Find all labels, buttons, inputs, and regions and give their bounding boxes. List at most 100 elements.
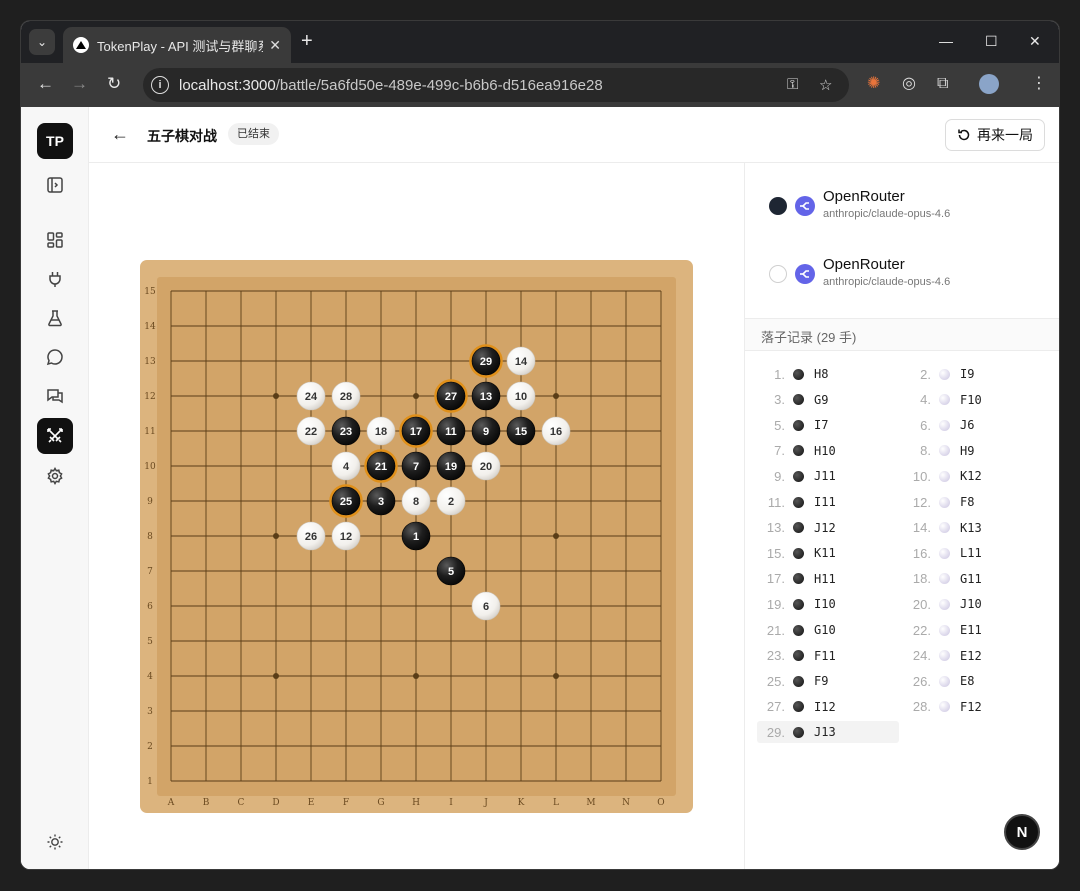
chatgpt-extension-icon[interactable]: ◎ xyxy=(902,75,916,93)
black-stone-dot xyxy=(793,547,804,559)
board-canvas[interactable]: A B C D E F G H I J K L M N O1514131211109876543211234… xyxy=(140,260,693,813)
move-entry[interactable]: 20. J10 xyxy=(903,593,1045,615)
stone-number: 22 xyxy=(305,426,317,438)
move-coordinate: I12 xyxy=(814,699,836,714)
move-entry[interactable]: 6. J6 xyxy=(903,414,1045,436)
move-entry[interactable]: 17. H11 xyxy=(757,568,899,590)
black-stone-dot xyxy=(793,675,804,687)
maximize-icon[interactable]: ☐ xyxy=(985,33,998,50)
move-entry[interactable]: 16. L11 xyxy=(903,542,1045,564)
move-number: 5. xyxy=(774,417,785,433)
move-entry[interactable]: 2. I9 xyxy=(903,363,1045,385)
password-key-icon[interactable]: ⚿ xyxy=(787,76,798,93)
move-entry[interactable]: 11. I11 xyxy=(757,491,899,513)
white-stone-dot xyxy=(939,573,950,585)
browser-tab[interactable]: TokenPlay - API 测试与群聊系 ✕ xyxy=(63,27,291,63)
bookmark-star-icon[interactable]: ☆ xyxy=(819,76,832,94)
move-entry[interactable]: 3. G9 xyxy=(757,389,899,411)
stone-number: 21 xyxy=(375,461,387,473)
move-number: 24. xyxy=(912,648,931,664)
move-coordinate: K13 xyxy=(960,520,982,535)
move-entry[interactable]: 22. E11 xyxy=(903,619,1045,641)
column-label: N xyxy=(622,798,630,808)
close-tab-icon[interactable]: ✕ xyxy=(269,37,281,54)
extensions-puzzle-icon[interactable]: ⧉ xyxy=(937,75,948,93)
move-entry[interactable]: 24. E12 xyxy=(903,645,1045,667)
move-coordinate: G10 xyxy=(814,623,836,637)
stone-number: 13 xyxy=(480,391,492,403)
move-entry[interactable]: 23. F11 xyxy=(757,645,899,667)
replay-button[interactable]: 再来一局 xyxy=(945,119,1045,151)
back-nav-icon[interactable]: ← xyxy=(37,75,54,93)
move-entry[interactable]: 4. F10 xyxy=(903,389,1045,411)
move-entry[interactable]: 28. F12 xyxy=(903,696,1045,718)
chat-icon[interactable] xyxy=(43,345,67,369)
back-arrow-icon[interactable]: ← xyxy=(111,125,129,143)
move-entry[interactable]: 29. J13 xyxy=(757,721,899,744)
favicon-icon xyxy=(73,37,89,53)
stone-number: 9 xyxy=(483,426,489,438)
row-label: 2 xyxy=(147,742,153,752)
forward-nav-icon[interactable]: → xyxy=(71,75,88,93)
page-header: ← 五子棋对战 已结束 再来一局 xyxy=(89,107,1059,163)
row-label: 6 xyxy=(147,602,153,612)
app-logo[interactable]: TP xyxy=(37,123,73,159)
dashboard-icon[interactable] xyxy=(43,228,67,252)
move-entry[interactable]: 13. J12 xyxy=(757,517,899,539)
move-entry[interactable]: 5. I7 xyxy=(757,414,899,436)
row-label: 9 xyxy=(147,497,153,507)
move-entry[interactable]: 8. H9 xyxy=(903,440,1045,462)
row-label: 12 xyxy=(144,392,155,402)
gomoku-board[interactable]: A B C D E F G H I J K L M N O 15 14 13 12 11 10 9 8 7 6 5 4 3 2 1 1 2 3 4… xyxy=(140,260,693,813)
site-info-icon[interactable]: i xyxy=(151,76,169,94)
move-entry[interactable]: 9. J11 xyxy=(757,465,899,487)
white-stone-dot xyxy=(939,598,950,610)
gear-icon[interactable] xyxy=(43,464,67,488)
move-entry[interactable]: 27. I12 xyxy=(757,696,899,718)
floating-n-button[interactable]: N xyxy=(1004,814,1040,850)
minimize-icon[interactable]: — xyxy=(939,33,953,49)
move-coordinate: I9 xyxy=(960,367,975,381)
sidebar-toggle-icon[interactable] xyxy=(43,173,67,197)
browser-menu-icon[interactable]: ⋮ xyxy=(1031,75,1047,93)
stone-number: 29 xyxy=(480,356,492,368)
row-label: 5 xyxy=(147,637,153,647)
stone-number: 15 xyxy=(515,426,527,438)
column-label: H xyxy=(412,798,420,808)
move-entry[interactable]: 15. K11 xyxy=(757,542,899,564)
white-stone-dot xyxy=(939,368,950,380)
claude-extension-icon[interactable]: ✺ xyxy=(867,75,880,93)
close-window-icon[interactable]: ✕ xyxy=(1029,33,1041,50)
move-entry[interactable]: 1. H8 xyxy=(757,363,899,385)
messages-icon[interactable] xyxy=(43,384,67,408)
address-bar[interactable]: i localhost:3000/battle/5a6fd50e-489e-49… xyxy=(143,68,849,102)
move-coordinate: J13 xyxy=(814,725,836,740)
new-tab-icon[interactable]: + xyxy=(301,31,313,51)
swords-icon[interactable] xyxy=(37,418,73,454)
status-badge: 已结束 xyxy=(228,123,279,145)
move-entry[interactable]: 21. G10 xyxy=(757,619,899,641)
move-entry[interactable]: 26. E8 xyxy=(903,670,1045,692)
move-number: 6. xyxy=(920,417,931,433)
column-label: I xyxy=(449,798,453,808)
stone-number: 14 xyxy=(515,356,528,368)
plug-icon[interactable] xyxy=(43,267,67,291)
move-entry[interactable]: 10. K12 xyxy=(903,465,1045,487)
move-entry[interactable]: 14. K13 xyxy=(903,517,1045,539)
move-entry[interactable]: 19. I10 xyxy=(757,593,899,615)
black-stone-indicator xyxy=(769,197,787,215)
sun-icon[interactable] xyxy=(43,830,67,854)
move-entry[interactable]: 7. H10 xyxy=(757,440,899,462)
move-entry[interactable]: 25. F9 xyxy=(757,670,899,692)
move-coordinate: G9 xyxy=(814,392,829,407)
move-coordinate: F12 xyxy=(960,699,982,714)
reload-icon[interactable]: ↻ xyxy=(107,75,121,93)
stone-number: 28 xyxy=(340,391,352,403)
profile-avatar[interactable] xyxy=(979,74,999,94)
move-entry[interactable]: 12. F8 xyxy=(903,491,1045,513)
tab-search-icon[interactable]: ⌄ xyxy=(29,29,55,55)
move-coordinate: K12 xyxy=(960,469,982,484)
move-number: 2. xyxy=(920,366,931,382)
move-entry[interactable]: 18. G11 xyxy=(903,568,1045,590)
flask-icon[interactable] xyxy=(43,306,67,330)
